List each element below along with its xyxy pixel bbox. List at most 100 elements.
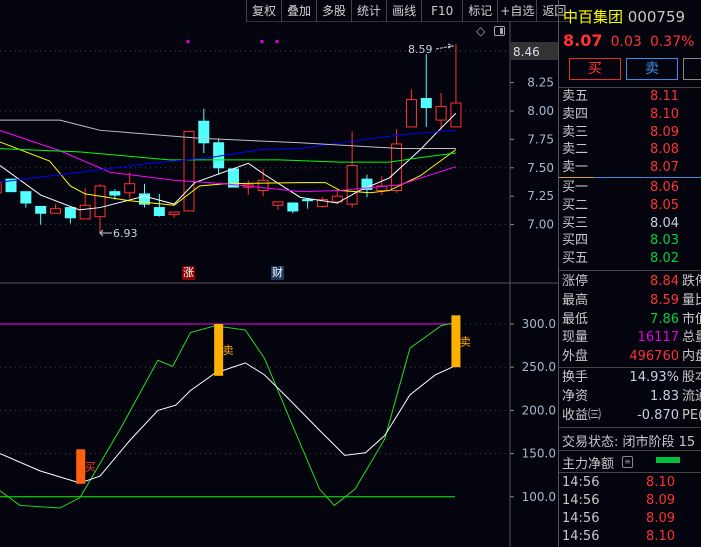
ask-value: 8.09 <box>650 124 679 140</box>
marker-dot <box>260 40 264 43</box>
stat-row: 换手 14.93%股本 <box>562 369 701 387</box>
ask-value: 8.11 <box>650 89 679 104</box>
bid-row: 买一 8.06 <box>562 179 701 197</box>
stat-next-label: 跌停 <box>682 274 701 289</box>
more-button[interactable] <box>683 58 701 80</box>
tick-price: 8.10 <box>646 475 675 490</box>
candle-body <box>450 102 462 128</box>
last-price: 8.07 <box>563 31 603 50</box>
tick-row: 14:56 8.09 <box>562 510 701 528</box>
toolbar-restore-rights-button[interactable]: 复权 <box>246 0 281 22</box>
stock-name: 中百集团 <box>563 8 624 26</box>
stat-label: 换手 <box>562 370 589 385</box>
stat-next-label: 内盘 <box>682 349 701 365</box>
candle-body <box>257 179 269 192</box>
indicator-tick-label: 250.0 <box>522 360 556 374</box>
indicator-tick-label: 150.0 <box>522 447 556 461</box>
candle-body <box>198 120 210 144</box>
candle <box>139 183 150 208</box>
limit-up-badge[interactable]: 涨 <box>182 266 195 280</box>
stat-label: 最低 <box>562 311 589 327</box>
stat-label: 净资 <box>562 388 589 404</box>
moving-average-line <box>0 119 456 149</box>
price-tick-label: 7.50 <box>527 161 554 175</box>
indicator-tick-label: 200.0 <box>522 403 556 417</box>
candle <box>124 172 136 199</box>
stat-value: 496760 <box>629 349 679 365</box>
ask-row: 卖二 8.08 <box>562 141 701 159</box>
stat-value: 14.93% <box>629 370 679 385</box>
stat-label: 收益㈢ <box>562 407 602 423</box>
bid-value: 8.04 <box>650 215 679 231</box>
indicator-tick-label: 300.0 <box>522 317 556 331</box>
candle-body <box>79 204 91 220</box>
toolbar-statistics-button[interactable]: 统计 <box>351 0 386 22</box>
price-tick-label: 7.25 <box>527 189 554 203</box>
price-tick-label: 8.25 <box>527 76 554 90</box>
list-icon[interactable]: ≡ <box>622 456 633 468</box>
candle-body <box>302 199 314 202</box>
candle-body <box>420 98 432 109</box>
finance-badge[interactable]: 财 <box>271 266 284 280</box>
candle-body <box>168 211 180 215</box>
stat-value: 8.59 <box>650 292 679 308</box>
candle-body <box>0 182 2 194</box>
stat-next-label: 流通 <box>682 388 701 404</box>
signal-label: 卖 <box>460 335 471 348</box>
candle-body <box>391 143 403 192</box>
candle <box>50 204 62 214</box>
toolbar-add-watchlist-button[interactable]: +自选 <box>497 0 536 22</box>
stat-label: 现量 <box>562 330 589 346</box>
candle-body <box>153 207 165 217</box>
stat-next-label: 市值 <box>682 311 701 327</box>
toolbar-draw-button[interactable]: 画线 <box>386 0 421 22</box>
toolbar-overlay-button[interactable]: 叠加 <box>281 0 316 22</box>
stat-next-label: 总量 <box>682 330 701 346</box>
ask-row: 卖三 8.09 <box>562 124 701 142</box>
tick-row: 14:56 8.09 <box>562 492 701 510</box>
stat-next-label: 股本 <box>682 370 701 385</box>
tick-row: 14:56 8.10 <box>562 528 701 546</box>
buy-button[interactable]: 买 <box>569 58 621 80</box>
ask-value: 8.08 <box>650 142 679 158</box>
stat-value: 16117 <box>637 330 679 346</box>
candle-body <box>405 99 417 128</box>
candle <box>153 193 165 217</box>
toolbar-mark-button[interactable]: 标记 <box>462 0 497 22</box>
candle <box>79 188 91 220</box>
ask-value: 8.07 <box>650 160 679 176</box>
toolbar-f10-button[interactable]: F10 <box>421 0 462 22</box>
panel-toggle-icon[interactable] <box>494 26 505 36</box>
main-flow-label: 主力净额 <box>562 457 615 472</box>
high-arrow-icon <box>435 43 455 50</box>
tick-row: 14:56 8.10 <box>562 474 701 492</box>
stat-value: 8.84 <box>650 274 679 289</box>
bid-value: 8.02 <box>650 251 679 267</box>
toolbar-multi-stock-button[interactable]: 多股 <box>316 0 351 22</box>
diamond-icon[interactable]: ◇ <box>476 24 485 38</box>
bid-value: 8.03 <box>650 233 679 249</box>
stat-row: 最高 8.59量比 <box>562 292 701 310</box>
moving-average-line <box>0 129 456 183</box>
candle <box>302 198 314 209</box>
ask-label: 卖四 <box>562 106 589 122</box>
low-arrow-icon <box>99 229 112 237</box>
candle <box>316 197 328 208</box>
moving-average-line <box>0 129 457 193</box>
marker-dot <box>275 40 279 43</box>
bid-label: 买二 <box>562 197 589 213</box>
moving-average-line <box>0 148 456 163</box>
stat-label: 涨停 <box>562 274 589 289</box>
moving-average-line <box>0 112 457 211</box>
tick-price: 8.10 <box>646 529 675 544</box>
tick-time: 14:56 <box>562 493 600 508</box>
high-price-label: 8.59 <box>408 43 433 56</box>
sell-button[interactable]: 卖 <box>626 58 678 80</box>
candle-body <box>287 202 299 212</box>
marker-dot <box>186 40 190 43</box>
candle <box>405 89 417 128</box>
ask-label: 卖一 <box>562 160 589 176</box>
stat-next-label: 量比 <box>682 292 701 308</box>
candle <box>35 205 47 225</box>
bid-label: 买四 <box>562 233 589 249</box>
